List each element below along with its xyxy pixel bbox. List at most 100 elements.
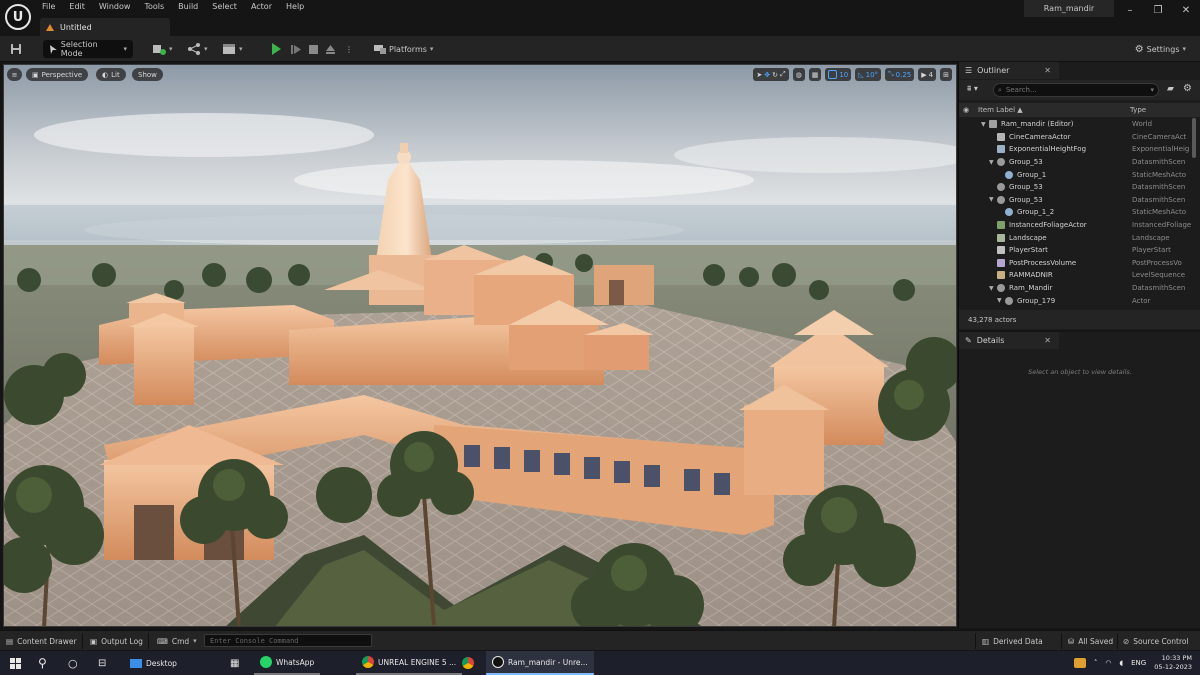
store-icon[interactable]: ▦ xyxy=(230,651,239,675)
view-mode-dropdown[interactable]: ◐ Lit xyxy=(96,68,126,81)
notification-app-icon[interactable] xyxy=(1073,658,1086,668)
tab-details[interactable]: ✎ Details ✕ xyxy=(959,332,1059,349)
close-icon[interactable]: ✕ xyxy=(1044,66,1051,75)
transform-tools[interactable]: ➤ ✥ ↻ ⤢ xyxy=(753,68,789,81)
content-drawer-button[interactable]: ▤ Content Drawer xyxy=(6,635,77,647)
close-icon[interactable]: ✕ xyxy=(1044,336,1051,345)
outliner-row[interactable]: PlayerStart PlayerStart xyxy=(959,244,1191,257)
outliner-row[interactable]: ▼ Ram_mandir (Editor) World xyxy=(959,118,1191,131)
language-indicator[interactable]: ENG xyxy=(1131,659,1146,667)
world-local-toggle[interactable]: ◍ xyxy=(792,68,805,81)
outliner-row[interactable]: ▼ Ram_Mandir DatasmithScen xyxy=(959,282,1191,295)
taskbar-desktop[interactable]: Desktop xyxy=(124,651,183,675)
camera-speed-value: 4 xyxy=(928,70,934,79)
tab-outliner[interactable]: ☰ Outliner ✕ xyxy=(959,62,1059,79)
eye-icon[interactable]: ◉ xyxy=(963,106,969,114)
menu-item-file[interactable]: File xyxy=(42,2,62,11)
task-view-icon[interactable]: ○ xyxy=(68,651,78,675)
outliner-row[interactable]: ▼ Group_53 DatasmithScen xyxy=(959,156,1191,169)
menu-item-select[interactable]: Select xyxy=(212,2,244,11)
expand-arrow-icon[interactable]: ▼ xyxy=(981,121,989,128)
column-item-label[interactable]: Item Label ▲ xyxy=(978,106,1023,114)
taskbar-whatsapp[interactable]: WhatsApp xyxy=(254,651,321,675)
platforms-icon xyxy=(374,45,386,54)
menu-item-edit[interactable]: Edit xyxy=(69,2,92,11)
blueprint-button[interactable]: ▾ xyxy=(187,40,208,58)
outliner-row[interactable]: ▼ Group_179 Actor xyxy=(959,294,1191,307)
level-viewport[interactable]: ≡ ▣ Perspective ◐ Lit Show ➤ ✥ ↻ ⤢ ◍ ▦ 1… xyxy=(3,64,957,627)
menu-item-help[interactable]: Help xyxy=(286,2,311,11)
search-icon[interactable]: ⚲ xyxy=(38,651,47,675)
filter-icon[interactable]: ⩩ ▾ xyxy=(967,84,978,94)
all-saved-button[interactable]: ⛁ All Saved xyxy=(1068,635,1113,647)
menu-item-build[interactable]: Build xyxy=(178,2,205,11)
outliner-row-type: ExponentialHeig xyxy=(1132,145,1190,154)
widgets-icon[interactable]: ⊟ xyxy=(98,651,106,675)
outliner-row[interactable]: Landscape Landscape xyxy=(959,231,1191,244)
camera-speed-button[interactable]: ▶ 4 xyxy=(918,68,937,81)
selection-mode-dropdown[interactable]: Selection Mode ▾ xyxy=(43,40,133,58)
gear-icon[interactable]: ⚙ xyxy=(1183,83,1192,94)
outliner-row[interactable]: RAMMADNIR LevelSequence xyxy=(959,269,1191,282)
grid-snap-button[interactable]: 10 xyxy=(825,68,852,81)
chevron-down-icon: ▾ xyxy=(123,45,127,53)
expand-arrow-icon[interactable]: ▼ xyxy=(997,297,1005,304)
outliner-row[interactable]: CineCameraActor CineCameraAct xyxy=(959,131,1191,144)
terminal-icon: ⌨ xyxy=(157,636,168,646)
column-type[interactable]: Type xyxy=(1130,106,1146,114)
outliner-scrollbar[interactable] xyxy=(1192,118,1196,158)
rotation-snap-button[interactable]: ◺ 10° xyxy=(855,68,882,81)
show-dropdown[interactable]: Show xyxy=(132,68,163,81)
taskbar-chrome-window[interactable]: UNREAL ENGINE 5 ... xyxy=(356,651,463,675)
outliner-row[interactable]: Group_53 DatasmithScen xyxy=(959,181,1191,194)
viewport-menu-icon[interactable]: ≡ xyxy=(7,68,22,81)
network-icon[interactable]: ◠ xyxy=(1105,659,1111,667)
gear-icon: ⚙ xyxy=(1134,43,1144,55)
eject-button[interactable] xyxy=(325,40,336,58)
add-actor-button[interactable]: ▾ xyxy=(152,40,173,58)
outliner-row-type: Landscape xyxy=(1132,233,1170,242)
settings-dropdown[interactable]: ⚙ Settings ▾ xyxy=(1135,40,1186,58)
save-icon[interactable] xyxy=(10,40,22,58)
outliner-row[interactable]: Group_1 StaticMeshActo xyxy=(959,168,1191,181)
temple-scene[interactable] xyxy=(4,65,957,627)
output-log-button[interactable]: ▣ Output Log xyxy=(90,635,143,647)
cmd-dropdown[interactable]: ⌨ Cmd ▾ xyxy=(157,635,197,647)
scale-snap-button[interactable]: ⤡ 0.25 xyxy=(885,68,915,81)
add-folder-icon[interactable]: ▰ xyxy=(1167,84,1174,94)
play-button[interactable] xyxy=(272,40,281,58)
step-button[interactable] xyxy=(291,40,302,58)
maximize-viewport-button[interactable]: ⊞ xyxy=(940,68,952,81)
menu-item-window[interactable]: Window xyxy=(99,2,138,11)
outliner-search-input[interactable]: ⌕ Search... ▾ xyxy=(993,83,1159,97)
surface-snap-toggle[interactable]: ▦ xyxy=(808,68,822,81)
perspective-dropdown[interactable]: ▣ Perspective xyxy=(26,68,89,81)
windows-start-icon[interactable] xyxy=(10,651,21,675)
output-log-label: Output Log xyxy=(101,636,143,646)
expand-arrow-icon[interactable]: ▼ xyxy=(989,285,997,292)
source-control-button[interactable]: ⊘ Source Control xyxy=(1123,635,1189,647)
taskbar-unreal[interactable]: Ram_mandir - Unre... xyxy=(486,651,594,675)
expand-arrow-icon[interactable]: ▼ xyxy=(989,159,997,166)
more-options-icon[interactable]: ⋮ xyxy=(345,40,353,58)
stop-button[interactable] xyxy=(309,40,318,58)
cinematics-button[interactable]: ▾ xyxy=(222,40,243,58)
chrome-pinned-icon[interactable] xyxy=(462,651,474,675)
derived-data-button[interactable]: ▥ Derived Data xyxy=(982,635,1043,647)
volume-icon[interactable]: ◖ xyxy=(1119,659,1123,667)
menu-item-actor[interactable]: Actor xyxy=(251,2,279,11)
console-input[interactable]: Enter Console Command xyxy=(204,634,372,647)
lit-label: Lit xyxy=(111,70,120,79)
outliner-row[interactable]: ▼ Group_53 DatasmithScen xyxy=(959,194,1191,207)
tab-level-untitled[interactable]: Untitled xyxy=(40,18,170,36)
platforms-dropdown[interactable]: Platforms ▾ xyxy=(374,40,433,58)
outliner-row[interactable]: InstancedFoliageActor InstancedFoliage xyxy=(959,219,1191,232)
chevron-up-icon[interactable]: ˄ xyxy=(1094,659,1098,667)
menu-item-tools[interactable]: Tools xyxy=(144,2,171,11)
outliner-row[interactable]: PostProcessVolume PostProcessVo xyxy=(959,257,1191,270)
expand-arrow-icon[interactable]: ▼ xyxy=(989,196,997,203)
outliner-row[interactable]: Group_1_2 StaticMeshActo xyxy=(959,206,1191,219)
clock[interactable]: 10:33 PM 05-12-2023 xyxy=(1154,654,1192,672)
unreal-logo-icon[interactable]: U xyxy=(5,4,31,30)
outliner-row[interactable]: ExponentialHeightFog ExponentialHeig xyxy=(959,143,1191,156)
